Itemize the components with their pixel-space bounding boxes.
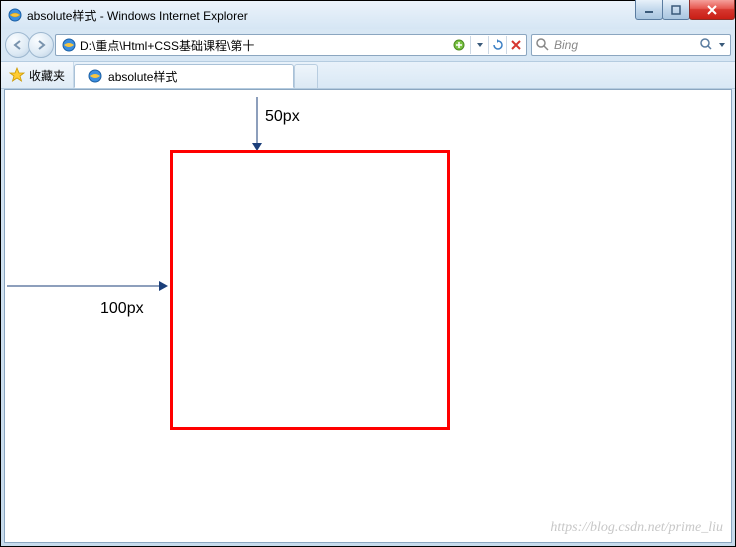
- address-dropdown[interactable]: [470, 36, 488, 54]
- window-title: absolute样式 - Windows Internet Explorer: [27, 7, 248, 24]
- search-dropdown-icon[interactable]: [700, 38, 714, 52]
- titlebar: absolute样式 - Windows Internet Explorer: [1, 1, 735, 29]
- tab-title: absolute样式: [108, 68, 177, 85]
- favorites-button[interactable]: 收藏夹: [1, 62, 74, 88]
- tab-icon: [87, 68, 103, 84]
- top-offset-label: 50px: [265, 108, 300, 126]
- arrow-left: [5, 276, 175, 296]
- positioned-box: [170, 150, 450, 430]
- forward-button[interactable]: [28, 32, 54, 58]
- star-icon: [9, 67, 25, 83]
- tab-bar: 收藏夹 absolute样式: [1, 61, 735, 89]
- page-viewport: 50px 100px https://blog.csdn.net/prime_l…: [4, 89, 732, 543]
- nav-buttons: [5, 32, 51, 58]
- minimize-button[interactable]: [635, 0, 663, 20]
- nav-toolbar: D:\重点\Html+CSS基础课程\第十 Bing: [1, 29, 735, 61]
- search-icon: [536, 38, 550, 52]
- left-offset-label: 100px: [100, 300, 144, 318]
- search-placeholder: Bing: [554, 38, 696, 52]
- search-box[interactable]: Bing: [531, 34, 731, 56]
- address-bar[interactable]: D:\重点\Html+CSS基础课程\第十: [55, 34, 527, 56]
- new-tab-button[interactable]: [294, 64, 318, 88]
- ie-icon: [7, 7, 23, 23]
- compat-icon[interactable]: [451, 37, 467, 53]
- close-button[interactable]: [689, 0, 735, 20]
- window-controls: [636, 0, 735, 20]
- maximize-button[interactable]: [662, 0, 690, 20]
- stop-button[interactable]: [506, 36, 524, 54]
- page-icon: [61, 37, 77, 53]
- search-options-icon[interactable]: [718, 41, 726, 49]
- refresh-button[interactable]: [488, 36, 506, 54]
- address-text: D:\重点\Html+CSS基础课程\第十: [80, 37, 448, 54]
- browser-window: absolute样式 - Windows Internet Explorer: [1, 1, 735, 546]
- tab-active[interactable]: absolute样式: [74, 64, 294, 88]
- watermark: https://blog.csdn.net/prime_liu: [550, 520, 723, 536]
- favorites-label: 收藏夹: [29, 67, 65, 84]
